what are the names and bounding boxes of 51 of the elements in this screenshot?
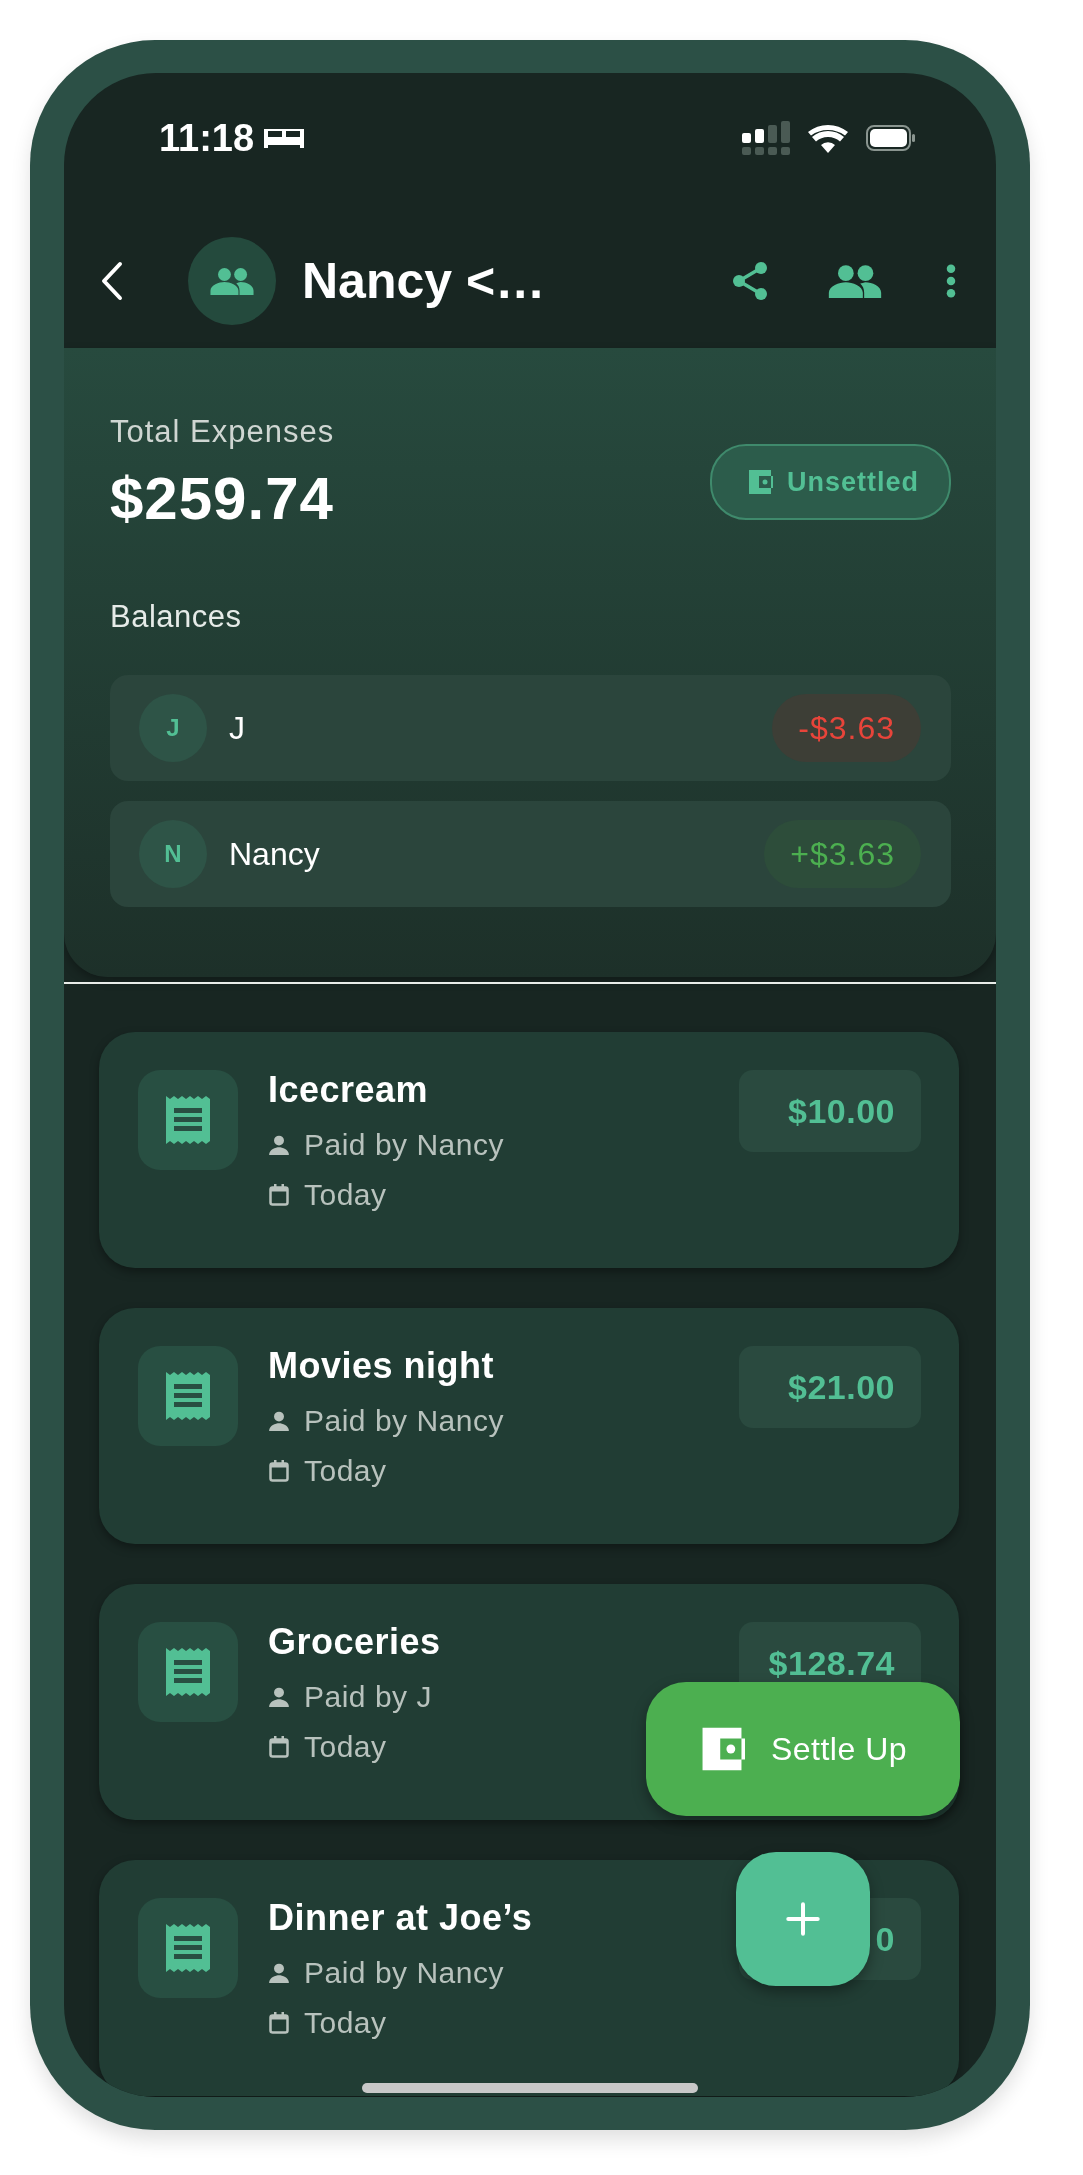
calendar-icon [268, 1460, 290, 1482]
person-icon [268, 1410, 290, 1432]
calendar-icon [268, 1184, 290, 1206]
calendar-icon [268, 2012, 290, 2034]
paid-by: Paid by J [304, 1680, 432, 1714]
member-avatar: J [139, 694, 207, 762]
expense-title: Groceries [268, 1622, 441, 1662]
add-button[interactable] [736, 1852, 870, 1986]
expense-date: Today [304, 2006, 387, 2040]
wifi-icon [808, 123, 848, 153]
group-icon[interactable] [828, 263, 882, 298]
back-icon[interactable] [100, 260, 124, 301]
receipt-icon [166, 1648, 210, 1696]
person-icon [268, 1686, 290, 1708]
expense-card[interactable]: Dinner at Joe’s Paid by Nancy Today 0 [99, 1860, 959, 2096]
expense-amount: $21.00 [739, 1346, 921, 1428]
expense-card[interactable]: Movies night Paid by Nancy Today $21.00 [99, 1308, 959, 1544]
status-text: Unsettled [786, 466, 919, 498]
expense-amount: $10.00 [739, 1070, 921, 1152]
calendar-icon [268, 1736, 290, 1758]
expense-title: Icecream [268, 1070, 430, 1110]
paid-by: Paid by Nancy [304, 1956, 504, 1990]
balance-amount: +$3.63 [764, 820, 921, 888]
person-icon [268, 1962, 290, 1984]
member-avatar: N [139, 820, 207, 888]
paid-by: Paid by Nancy [304, 1404, 504, 1438]
battery-icon [866, 125, 916, 151]
receipt-icon [166, 1372, 210, 1420]
balances-heading: Balances [110, 599, 243, 635]
group-title: Nancy <… [302, 251, 546, 310]
group-icon [210, 266, 254, 295]
total-amount: $259.74 [110, 464, 335, 533]
expense-card[interactable]: Icecream Paid by Nancy Today $10.00 [99, 1032, 959, 1268]
expense-date: Today [304, 1178, 387, 1212]
expense-title: Dinner at Joe’s [268, 1898, 533, 1938]
paid-by: Paid by Nancy [304, 1128, 504, 1162]
member-name: J [229, 709, 245, 747]
expense-title: Movies night [268, 1346, 495, 1386]
balance-amount: -$3.63 [772, 694, 921, 762]
member-name: Nancy [229, 835, 320, 873]
plus-icon [786, 1902, 820, 1936]
total-label: Total Expenses [110, 414, 335, 450]
status-time: 11:18 [159, 116, 255, 160]
expense-date: Today [304, 1730, 387, 1764]
receipt-icon [166, 1924, 210, 1972]
expense-date: Today [304, 1454, 387, 1488]
person-icon [268, 1134, 290, 1156]
signal-icon [742, 121, 790, 155]
receipt-icon [166, 1096, 210, 1144]
more-icon[interactable] [946, 263, 956, 298]
wallet-icon [746, 470, 773, 494]
